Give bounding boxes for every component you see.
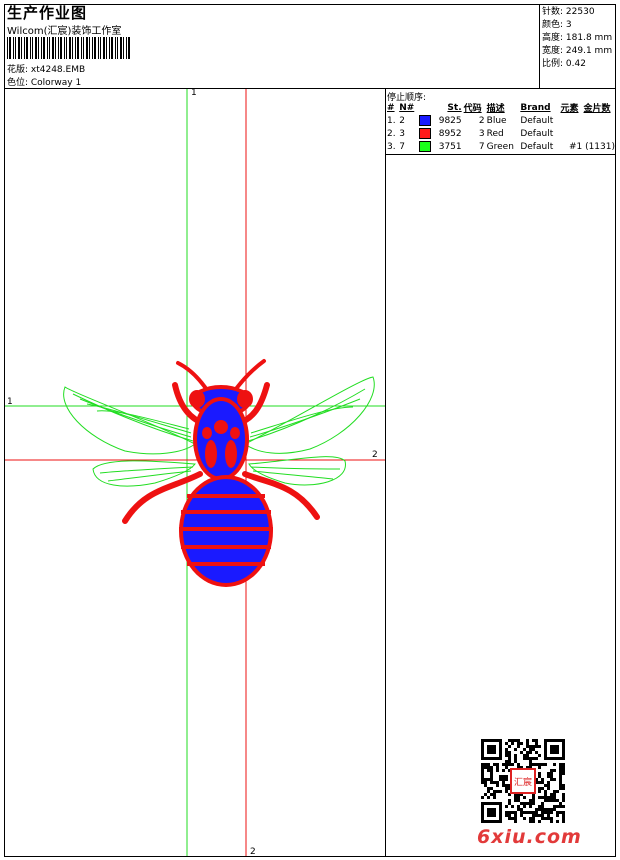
svg-text:汇宸: 汇宸 xyxy=(514,776,532,788)
panel-divider xyxy=(385,88,386,857)
col-sequins: 金片数 xyxy=(583,104,611,114)
guide-label-green-v: 1 xyxy=(191,88,197,98)
company-name: Wilcom(汇宸)装饰工作室 xyxy=(7,26,122,37)
table-row: 1. 2 9825 2 Blue Default xyxy=(387,115,554,126)
sheet-title: 生产作业图 xyxy=(7,4,88,22)
guide-label-red-v: 2 xyxy=(250,847,256,857)
watermark-logo: 6xiu.com xyxy=(477,826,582,848)
left-eye xyxy=(189,390,205,408)
col-needle: N# xyxy=(399,102,415,113)
col-index: # xyxy=(387,102,395,113)
col-element: 元素 xyxy=(560,104,579,114)
stat-width: 宽度: 249.1 mm xyxy=(542,46,613,56)
col-color xyxy=(418,101,434,114)
right-eye xyxy=(237,390,253,408)
table-row: 2. 3 8952 3 Red Default xyxy=(387,128,554,139)
upper-left-wing xyxy=(63,386,196,455)
table-header-row: # N# St. 代码 描述 Brand 元素 金片数 xyxy=(386,101,616,115)
qr-code: 汇宸 xyxy=(481,739,565,823)
colorway-label: 色位: Colorway 1 xyxy=(7,78,82,88)
color-swatch xyxy=(418,141,431,152)
stat-scale: 比例: 0.42 xyxy=(542,59,586,69)
col-brand: Brand xyxy=(520,102,551,113)
barcode xyxy=(7,37,130,59)
col-description: 描述 xyxy=(486,104,505,114)
embroidery-preview xyxy=(5,89,385,856)
col-code: 代码 xyxy=(463,104,482,114)
design-filename: 花版: xt4248.EMB xyxy=(7,65,86,75)
design-stats: 针数: 22530 颜色: 3 高度: 181.8 mm 宽度: 249.1 m… xyxy=(539,4,616,88)
stat-stitches: 针数: 22530 xyxy=(542,7,595,17)
stop-sequence-table: # N# St. 代码 描述 Brand 元素 金片数 1. 2 9825 2 … xyxy=(386,101,616,153)
color-swatch xyxy=(418,128,431,139)
stat-height: 高度: 181.8 mm xyxy=(542,33,613,43)
color-swatch xyxy=(418,115,431,126)
guide-label-green-h: 1 xyxy=(7,397,13,407)
table-row: 3. 7 3751 7 Green Default #1 (1131) xyxy=(387,141,615,152)
col-stitches: St. xyxy=(447,102,462,113)
guide-label-red-h: 2 xyxy=(372,450,378,460)
stat-colors: 颜色: 3 xyxy=(542,20,572,30)
table-bottom-rule xyxy=(386,154,616,155)
